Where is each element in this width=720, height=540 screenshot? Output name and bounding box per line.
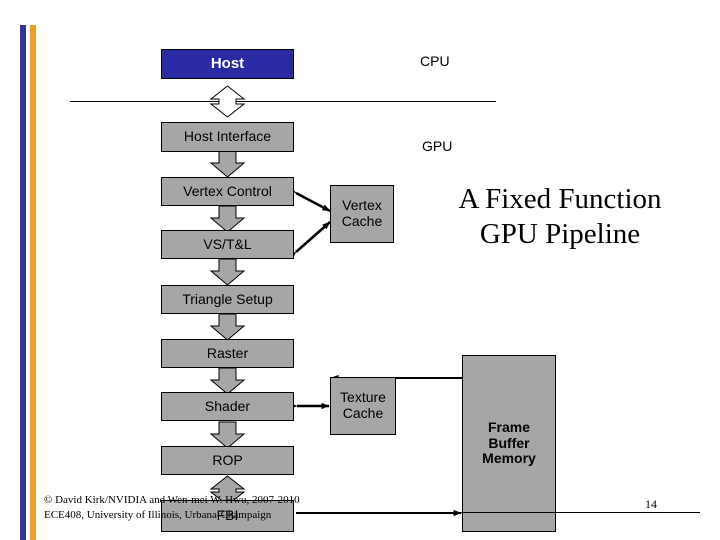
page-number: 14 — [645, 497, 657, 511]
footer-credit: © David Kirk/NVIDIA and Wen-mei W. Hwu, … — [44, 493, 300, 522]
decorative-bar-blue — [20, 25, 26, 540]
block-arrow-trianglesetup-raster — [209, 313, 246, 341]
node-vertex-cache-line2: Cache — [341, 213, 383, 229]
slide-title: A Fixed Function GPU Pipeline — [410, 182, 710, 253]
cpu-gpu-divider — [70, 101, 496, 102]
footer-rule — [296, 512, 700, 513]
slide-title-line2: GPU Pipeline — [479, 218, 641, 251]
node-shader[interactable]: Shader — [161, 392, 294, 421]
node-vertex-cache-line1: Vertex — [342, 197, 382, 214]
node-rop[interactable]: ROP — [161, 446, 294, 475]
node-vs-tl[interactable]: VS/T&L — [161, 230, 294, 259]
decorative-bar-gold — [30, 25, 36, 540]
slide-canvas: CPU GPU A Fixed Function GPU Pipeline Ho… — [0, 0, 720, 540]
node-texture-cache-line2: Cache — [342, 405, 384, 421]
arrow-vstl-cache — [288, 221, 331, 260]
node-host[interactable]: Host — [161, 49, 294, 79]
node-raster[interactable]: Raster — [161, 339, 294, 368]
block-arrow-vstl-trianglesetup — [209, 258, 246, 286]
node-host-interface[interactable]: Host Interface — [161, 122, 294, 152]
arrow-vertex-control-cache — [287, 186, 331, 213]
node-texture-cache-line1: Texture — [340, 389, 386, 406]
block-arrow-vertexcontrol-vstl — [209, 205, 246, 233]
connector-layer — [209, 85, 463, 517]
node-frame-buffer-memory[interactable]: Frame Buffer Memory — [462, 355, 556, 532]
slide-title-line1: A Fixed Function — [458, 183, 662, 215]
node-frame-buffer-line2: Buffer — [488, 434, 530, 451]
node-texture-cache[interactable]: Texture Cache — [330, 377, 396, 435]
gpu-region-label: GPU — [422, 138, 453, 154]
footer-credit-line1: © David Kirk/NVIDIA and Wen-mei W. Hwu, … — [44, 494, 300, 506]
block-arrow-hostinterface-vertexcontrol — [209, 150, 246, 178]
footer-credit-line2: ECE408, University of Illinois, Urbana-C… — [44, 508, 272, 521]
node-vertex-cache[interactable]: Vertex Cache — [330, 185, 394, 243]
cpu-region-label: CPU — [420, 53, 450, 69]
node-triangle-setup[interactable]: Triangle Setup — [161, 285, 294, 314]
node-vertex-control[interactable]: Vertex Control — [161, 177, 294, 206]
block-arrow-shader-rop — [209, 421, 246, 449]
node-frame-buffer-line3: Memory — [482, 450, 536, 467]
block-arrow-raster-shader — [209, 367, 246, 395]
node-frame-buffer-line1: Frame — [487, 418, 531, 435]
